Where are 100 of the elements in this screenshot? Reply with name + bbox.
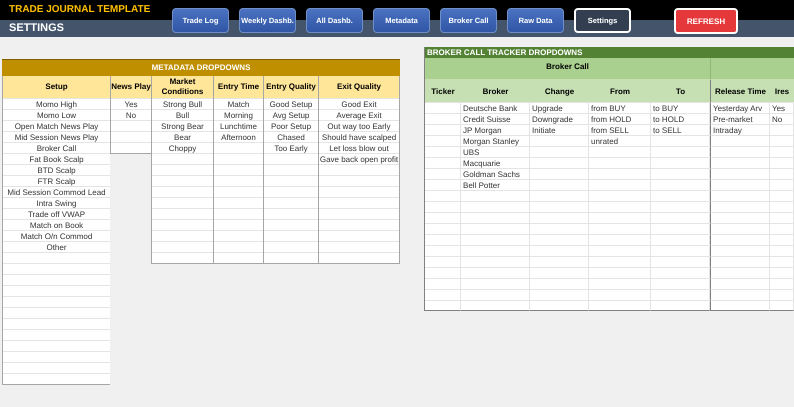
table-cell (425, 146, 461, 157)
table-cell (425, 113, 461, 124)
table-cell: Deutsche Bank (461, 102, 530, 113)
table-cell (651, 190, 710, 201)
table-cell (651, 267, 710, 278)
table-cell (770, 245, 794, 256)
table-title: METADATA DROPDOWNS (2, 59, 400, 76)
table-cell (530, 146, 589, 157)
table-cell (770, 223, 794, 234)
table-cell (710, 289, 770, 300)
table-cell: UBS (461, 146, 530, 157)
table-cell (770, 300, 794, 311)
table-cell (770, 179, 794, 190)
table-cell (770, 157, 794, 168)
column-header: Broker (461, 80, 530, 102)
table-cell: Match O/n Commod (3, 230, 110, 241)
table-cell (651, 256, 710, 267)
table-cell (425, 201, 461, 212)
table-cell (425, 102, 461, 113)
table-cell: Average Exit (319, 109, 399, 120)
table-cell (589, 267, 651, 278)
refresh-button[interactable]: REFRESH (674, 8, 738, 34)
table-cell (710, 190, 770, 201)
group-header: Broker Call (425, 58, 710, 80)
table-cell (651, 223, 710, 234)
table-cell (770, 256, 794, 267)
table-cell (589, 146, 651, 157)
table-cell: Credit Suisse (461, 113, 530, 124)
column-header: Exit Quality (319, 76, 399, 98)
table-cell (425, 234, 461, 245)
table-cell (710, 212, 770, 223)
table-cell (461, 234, 530, 245)
table-cell (530, 135, 589, 146)
page-title: SETTINGS (8, 21, 66, 36)
table-cell (651, 212, 710, 223)
table-cell (425, 289, 461, 300)
table-cell (710, 135, 770, 146)
table-cell (530, 179, 589, 190)
table-cell: Gave back open profit (319, 153, 399, 164)
column-header: Release Time (710, 80, 770, 102)
table-cell: to HOLD (651, 113, 710, 124)
table-cell (710, 234, 770, 245)
table-cell (425, 223, 461, 234)
table-cell: BTD Scalp (3, 164, 110, 175)
table-cell (461, 289, 530, 300)
table-cell (425, 300, 461, 311)
table-cell (710, 146, 770, 157)
table-cell (425, 278, 461, 289)
table-cell: Intraday (710, 124, 770, 135)
table-cell (461, 201, 530, 212)
table-cell (589, 212, 651, 223)
table-cell (530, 212, 589, 223)
table-cell (710, 201, 770, 212)
table-cell (651, 157, 710, 168)
table-cell (710, 223, 770, 234)
table-cell (425, 179, 461, 190)
table-cell (710, 267, 770, 278)
table-cell: Morgan Stanley (461, 135, 530, 146)
table-cell (425, 190, 461, 201)
column-header: Change (530, 80, 589, 102)
table-cell (461, 212, 530, 223)
app-title: TRADE JOURNAL TEMPLATE (8, 3, 152, 17)
table-cell (589, 201, 651, 212)
table-cell: Out way too Early (319, 120, 399, 131)
table-cell: from BUY (589, 102, 651, 113)
table-cell: Downgrade (530, 113, 589, 124)
table-cell (589, 256, 651, 267)
table-cell (651, 234, 710, 245)
table-cell: from HOLD (589, 113, 651, 124)
table-cell (425, 256, 461, 267)
table-cell: No (770, 113, 794, 124)
table-cell: Let loss blow out (319, 142, 399, 153)
table-cell: to SELL (651, 124, 710, 135)
table-cell: Match on Book (3, 219, 110, 230)
table-cell: from SELL (589, 124, 651, 135)
table-cell: Trade off VWAP (3, 208, 110, 219)
column-header: Ires (770, 80, 794, 102)
table-cell (651, 135, 710, 146)
table-cell (710, 256, 770, 267)
column-header: News Play (111, 76, 151, 98)
column-header: Ticker (425, 80, 461, 102)
table-cell (425, 135, 461, 146)
table-cell (651, 168, 710, 179)
table-cell (710, 245, 770, 256)
table-cell (530, 300, 589, 311)
table-cell (530, 267, 589, 278)
table-cell: Pre-market (710, 113, 770, 124)
column-header: Setup (3, 76, 110, 98)
table-cell (770, 278, 794, 289)
table-cell: JP Morgan (461, 124, 530, 135)
table-cell (770, 146, 794, 157)
table-cell (589, 278, 651, 289)
table-cell: Intra Swing (3, 197, 110, 208)
table-cell (770, 289, 794, 300)
table-cell (530, 289, 589, 300)
table-cell: Bell Potter (461, 179, 530, 190)
table-cell: Good Exit (319, 98, 399, 109)
table-title: BROKER CALL TRACKER DROPDOWNS (425, 47, 794, 58)
table-cell: Yesterday Arv (710, 102, 770, 113)
table-cell (589, 245, 651, 256)
